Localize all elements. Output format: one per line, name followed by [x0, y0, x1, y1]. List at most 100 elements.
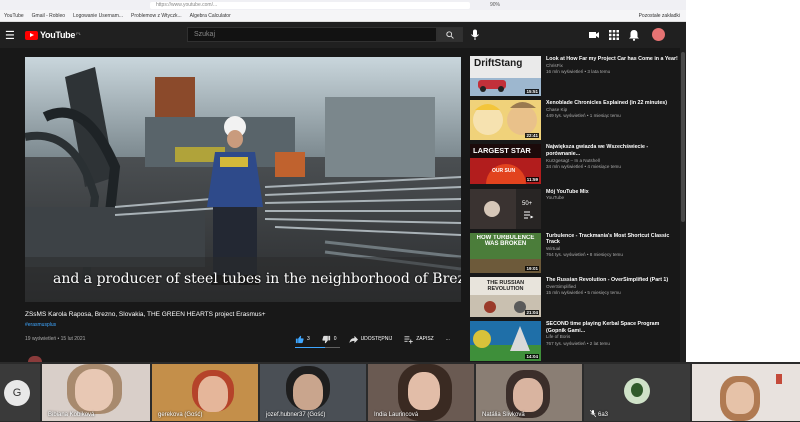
mix-playlist-icon	[524, 211, 534, 219]
video-duration: 22:41	[525, 133, 539, 139]
participant-face	[75, 369, 113, 411]
video-thumbnail[interactable]: HOW TURBULENCE WAS BROKEN 19:01	[470, 232, 541, 273]
participant-face	[726, 382, 754, 414]
recommendation-meta: Look at How Far my Project Car has Come …	[546, 56, 680, 75]
create-video-icon[interactable]	[588, 29, 600, 41]
address-bar[interactable]: https://www.youtube.com/...	[150, 1, 470, 9]
bookmark-other[interactable]: Pozostałe zakładki	[639, 13, 680, 19]
recommendation-title[interactable]: Mój YouTube Mix	[546, 189, 680, 196]
scrollbar-thumb[interactable]	[681, 52, 685, 222]
save-label: ZAPISZ	[416, 336, 434, 342]
recommendation-meta: Mój YouTube Mix YouTube	[546, 189, 680, 202]
thumbnail-text: DriftStang	[474, 58, 523, 69]
recommendation-meta: Xenoblade Chronicles Explained (in 22 mi…	[546, 100, 680, 119]
microphone-icon[interactable]	[470, 29, 480, 41]
recommendation-title[interactable]: Turbulence - Trackmania's Most Shortcut …	[546, 233, 680, 246]
participant-name: gerekova (Gość)	[158, 412, 203, 418]
recommendation-item[interactable]: HOW TURBULENCE WAS BROKEN 19:01 Turbulen…	[470, 232, 680, 276]
video-thumbnail[interactable]: 22:41	[470, 100, 541, 141]
recommendation-title[interactable]: SECOND time playing Kerbal Space Program…	[546, 321, 680, 334]
participant-name: India Laurincová	[374, 412, 419, 418]
browser-tab-bar: https://www.youtube.com/... 90%	[0, 0, 686, 10]
participant-face	[293, 374, 323, 410]
video-thumbnail[interactable]: LARGEST STAR OUR SUN 11:59	[470, 144, 541, 185]
recommendation-title[interactable]: Największa gwiazda we Wszechświecie - po…	[546, 144, 680, 157]
thumbs-up-icon	[295, 335, 304, 343]
bookmark-login[interactable]: Logowanie Usernam...	[73, 13, 123, 19]
participant-initial: G	[4, 380, 30, 406]
youtube-play-icon	[25, 30, 38, 40]
thumbnail-text: LARGEST STAR	[473, 146, 531, 156]
recommendation-item[interactable]: 22:41 Xenoblade Chronicles Explained (in…	[470, 99, 680, 143]
recommendation-item[interactable]: 14:04 SECOND time playing Kerbal Space P…	[470, 320, 680, 364]
bookmarks-bar: YouTube Gmail - Robleo Logowanie Usernam…	[0, 10, 686, 22]
share-button[interactable]: UDOSTĘPNIJ	[349, 335, 392, 344]
video-duration: 14:04	[525, 354, 539, 360]
video-thumbnail[interactable]: 14:04	[470, 321, 541, 362]
recommendation-title[interactable]: Look at How Far my Project Car has Come …	[546, 56, 680, 63]
participant-tile[interactable]: India Laurincová	[368, 364, 474, 421]
zoom-level[interactable]: 90%	[490, 2, 500, 8]
more-icon: ...	[445, 336, 450, 342]
participant-tile[interactable]	[692, 364, 800, 421]
participant-tile[interactable]: 6a3	[584, 364, 690, 421]
recommendation-meta: Turbulence - Trackmania's Most Shortcut …	[546, 233, 680, 259]
participant-avatar	[624, 378, 650, 404]
dislike-button[interactable]: 0	[322, 335, 337, 344]
video-duration: 15:51	[525, 89, 539, 94]
video-frame	[25, 57, 461, 302]
participant-face	[408, 372, 440, 410]
thumbnail-subtext: OUR SUN	[492, 168, 516, 175]
thumbnail-text: HOW TURBULENCE WAS BROKEN	[476, 234, 535, 248]
participant-tile[interactable]: Bibiana Kobiková	[42, 364, 150, 421]
participant-name: Natália Slivková	[482, 412, 525, 418]
like-button[interactable]: 3	[295, 335, 310, 344]
meeting-participants-strip: G Bibiana Kobiková gerekova (Gość) jozef…	[0, 362, 800, 422]
video-caption: and a producer of steel tubes in the nei…	[53, 271, 461, 287]
like-count: 3	[307, 336, 310, 342]
recommendation-views: 449 tys. wyświetleń • 1 miesiąc temu	[546, 113, 621, 119]
participant-tile[interactable]: G	[0, 364, 40, 421]
participant-name: 6a3	[598, 412, 609, 418]
recommendation-views: 34 mln wyświetleń • 4 miesiące temu	[546, 163, 621, 169]
recommendation-item[interactable]: 50+ Mój YouTube Mix YouTube	[470, 188, 680, 232]
participant-tile[interactable]: Natália Slivková	[476, 364, 582, 421]
recommendation-channel[interactable]: YouTube	[546, 195, 680, 201]
recommendation-item[interactable]: LARGEST STAR OUR SUN 11:59 Największa gw…	[470, 143, 680, 187]
search-button[interactable]	[437, 27, 463, 42]
logo-country: PL	[76, 30, 81, 36]
video-player[interactable]: and a producer of steel tubes in the nei…	[25, 57, 461, 302]
video-thumbnail[interactable]: 50+	[470, 188, 541, 229]
youtube-logo[interactable]: YouTube PL	[25, 30, 81, 40]
playlist-add-icon	[404, 335, 413, 344]
recommendation-title[interactable]: The Russian Revolution - OverSimplified …	[546, 277, 680, 284]
recommendation-title[interactable]: Xenoblade Chronicles Explained (in 22 mi…	[546, 100, 680, 107]
recommendation-item[interactable]: THE RUSSIAN REVOLUTION 21:04 The Russian…	[470, 276, 680, 320]
thumbnail-text: THE RUSSIAN REVOLUTION	[486, 279, 525, 292]
logo-text: YouTube	[40, 30, 76, 40]
participant-tile[interactable]: gerekova (Gość)	[152, 364, 258, 421]
user-avatar[interactable]	[652, 28, 665, 41]
video-hashtag[interactable]: #erasmusplus	[25, 322, 56, 328]
participant-tile[interactable]: jozef.hubner37 (Gość)	[260, 364, 366, 421]
like-ratio-fill	[295, 347, 325, 348]
hamburger-menu-icon[interactable]: ☰	[5, 29, 19, 42]
bookmark-youtube[interactable]: YouTube	[4, 13, 24, 19]
recommendation-views: 15 mln wyświetleń • 5 miesięcy temu	[546, 289, 621, 295]
page-scrollbar[interactable]	[680, 22, 686, 362]
video-thumbnail[interactable]: THE RUSSIAN REVOLUTION 21:04	[470, 276, 541, 317]
video-thumbnail[interactable]: DriftStang 15:51	[470, 56, 541, 96]
search-input[interactable]: Szukaj	[187, 27, 437, 42]
save-button[interactable]: ZAPISZ	[404, 335, 434, 344]
more-actions-button[interactable]: ...	[446, 336, 450, 342]
notifications-bell-icon[interactable]	[628, 29, 640, 41]
video-duration: 21:04	[525, 309, 539, 315]
bookmark-plugin[interactable]: Problemow z Wtyczk...	[131, 13, 182, 19]
bookmark-algebra[interactable]: Algebra Calculator	[190, 13, 231, 19]
recommendation-item[interactable]: DriftStang 15:51 Look at How Far my Proj…	[470, 55, 680, 99]
desktop-background	[686, 0, 800, 362]
share-arrow-icon	[349, 335, 358, 343]
bookmark-gmail[interactable]: Gmail - Robleo	[32, 13, 65, 19]
like-ratio-bar	[295, 347, 340, 348]
apps-grid-icon[interactable]	[608, 29, 620, 41]
